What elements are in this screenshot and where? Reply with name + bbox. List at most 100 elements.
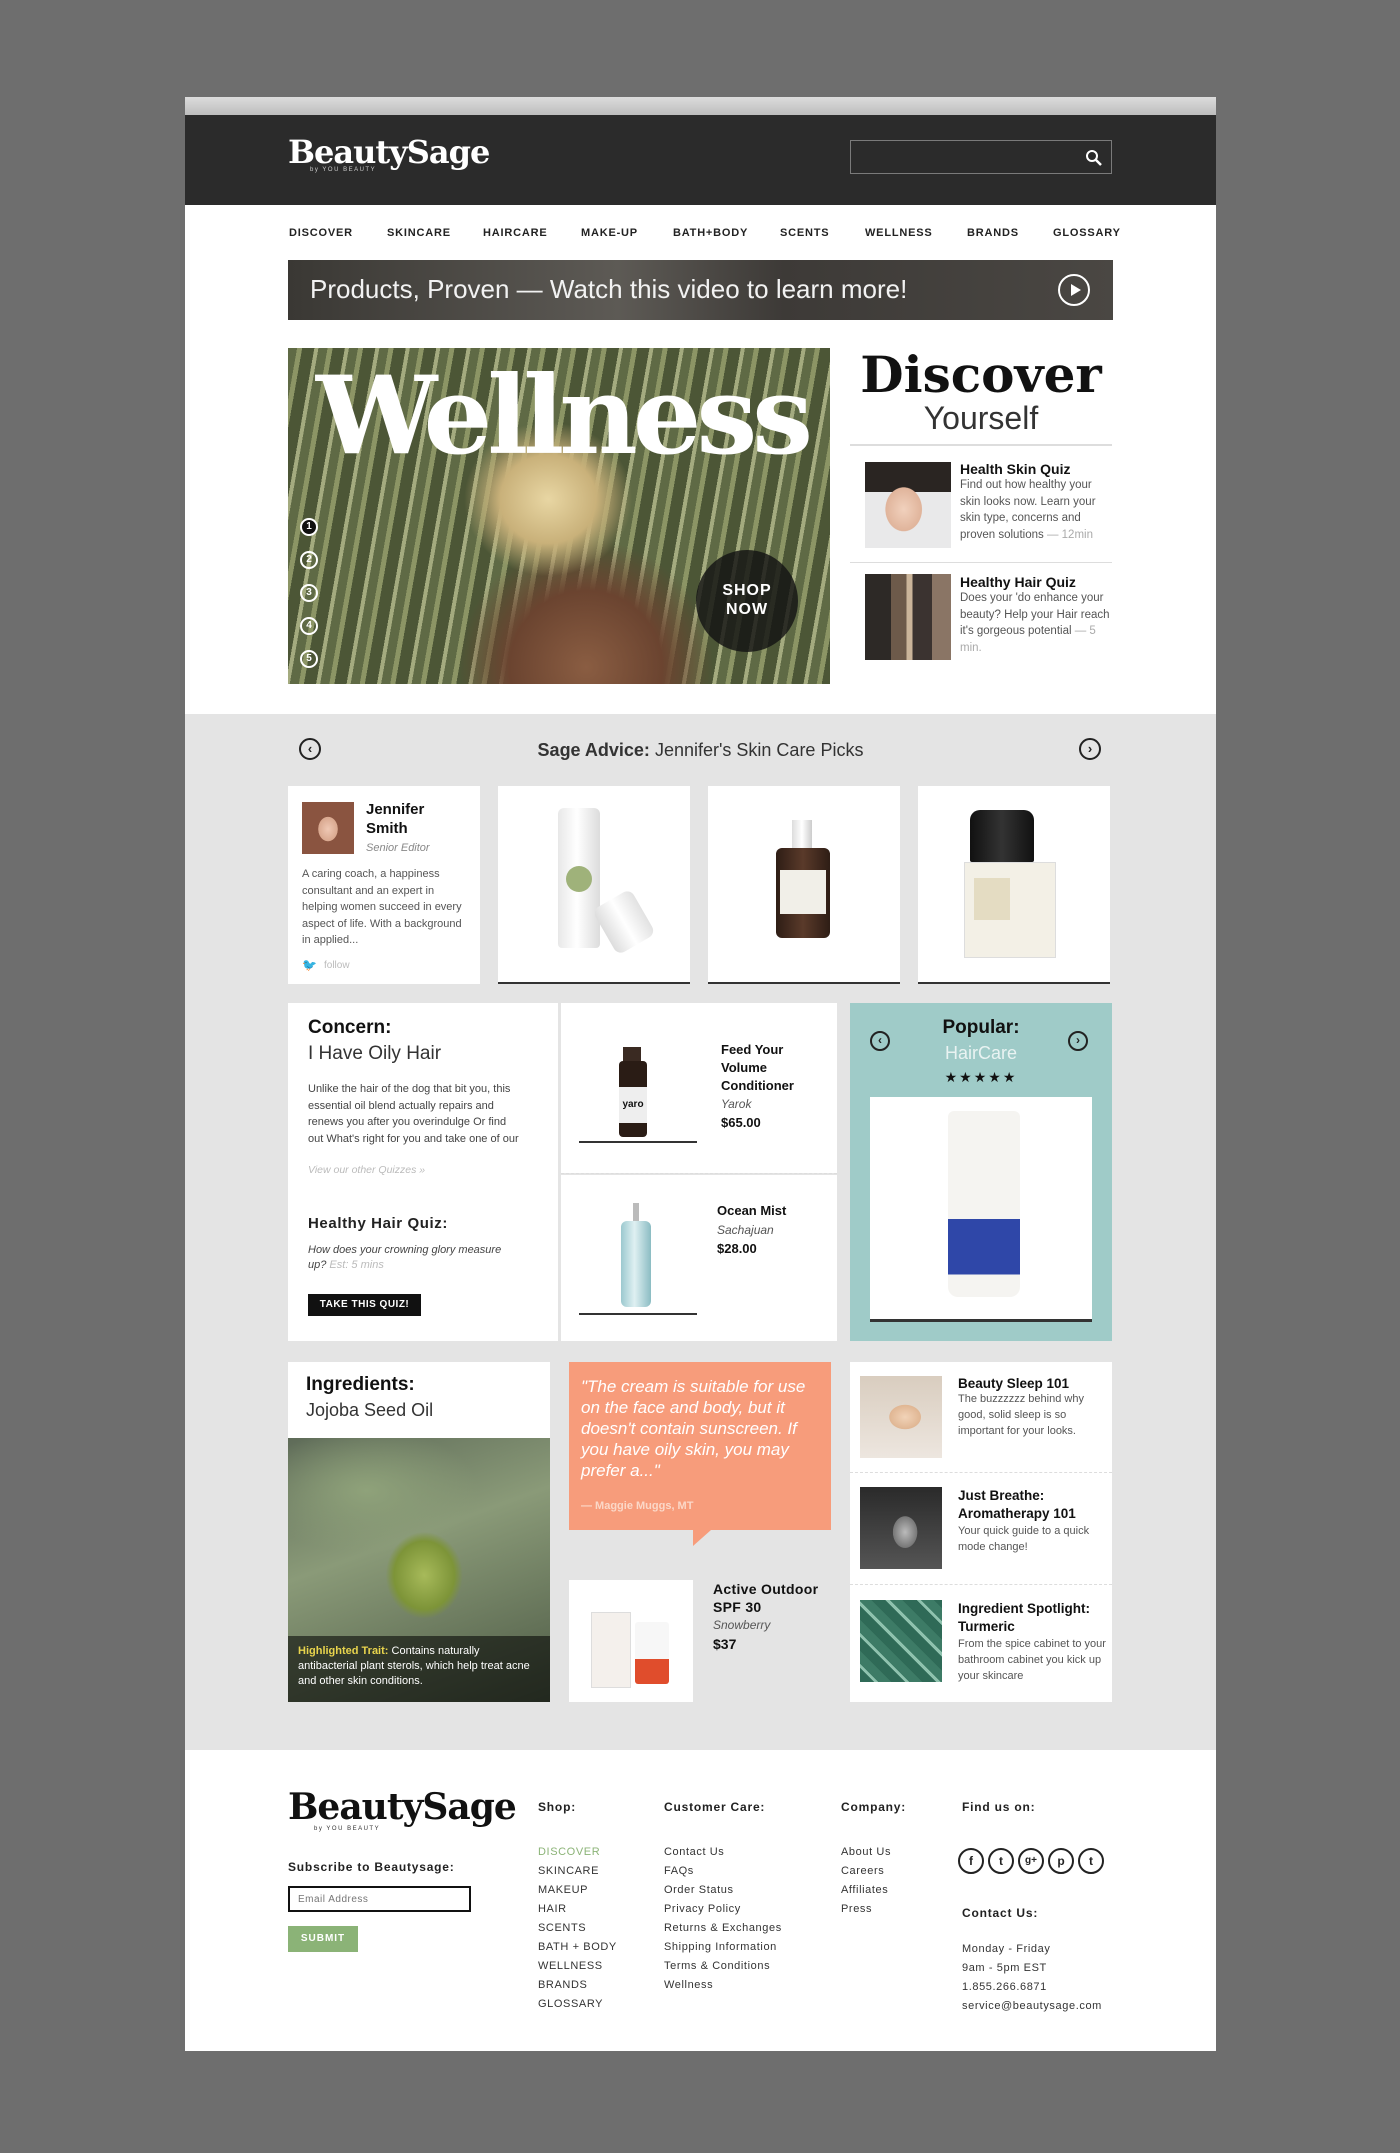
email-field[interactable]	[288, 1886, 471, 1912]
submit-button[interactable]: SUBMIT	[288, 1926, 358, 1952]
product-name: Active Outdoor SPF 30	[713, 1581, 819, 1615]
twitter-icon[interactable]: 🐦	[302, 958, 317, 972]
footer-link[interactable]: HAIR	[538, 1903, 567, 1915]
other-quizzes-link[interactable]: View our other Quizzes »	[308, 1164, 425, 1176]
skin-quiz-item[interactable]: Health Skin Quiz Find out how healthy yo…	[960, 461, 1115, 543]
product-card[interactable]	[708, 786, 900, 984]
product-underline	[498, 982, 690, 984]
product-card[interactable]	[918, 786, 1110, 984]
brand-logo[interactable]: BeautySage by YOU BEAUTY	[288, 133, 490, 173]
article-text: From the spice cabinet to your bathroom …	[958, 1638, 1106, 1682]
product-brand: Yarok	[721, 1097, 752, 1111]
product-underline	[870, 1319, 1092, 1322]
hair-quiz-thumbnail[interactable]	[865, 574, 951, 660]
product-brand: Snowberry	[713, 1618, 771, 1632]
footer-link[interactable]: BATH + BODY	[538, 1941, 617, 1953]
popular-product-card[interactable]	[870, 1097, 1092, 1319]
nav-skincare[interactable]: SKINCARE	[387, 227, 451, 239]
footer-link[interactable]: Affiliates	[841, 1884, 888, 1896]
tumblr-icon[interactable]: t	[1078, 1848, 1104, 1874]
nav-brands[interactable]: BRANDS	[967, 227, 1019, 239]
twitter-icon[interactable]: t	[988, 1848, 1014, 1874]
hero-wellness-slider[interactable]: Wellness 1 2 3 4 5 SHOP NOW	[288, 348, 830, 684]
take-quiz-button[interactable]: TAKE THIS QUIZ!	[308, 1294, 421, 1316]
author-role: Senior Editor	[366, 842, 430, 854]
footer-link[interactable]: Shipping Information	[664, 1941, 777, 1953]
search-icon[interactable]	[1085, 149, 1103, 167]
footer-link[interactable]: SCENTS	[538, 1922, 586, 1934]
article-thumbnail[interactable]	[860, 1376, 942, 1458]
product-brand: Sachajuan	[717, 1223, 774, 1237]
slide-dot-2[interactable]: 2	[300, 551, 318, 569]
facebook-icon[interactable]: f	[958, 1848, 984, 1874]
author-card[interactable]: Jennifer Smith Senior Editor A caring co…	[288, 786, 480, 984]
nav-haircare[interactable]: HAIRCARE	[483, 227, 547, 239]
follow-link[interactable]: follow	[324, 960, 350, 971]
nav-makeup[interactable]: MAKE-UP	[581, 227, 638, 239]
product-tube-image	[948, 1111, 1020, 1297]
footer-link[interactable]: GLOSSARY	[538, 1998, 603, 2010]
shop-heading: Shop:	[538, 1800, 576, 1814]
footer-link[interactable]: MAKEUP	[538, 1884, 588, 1896]
product-name: Feed Your Volume Conditioner	[721, 1042, 794, 1093]
contact-email[interactable]: service@beautysage.com	[962, 2000, 1102, 2012]
product-card[interactable]	[498, 786, 690, 984]
article-thumbnail[interactable]	[860, 1487, 942, 1569]
footer-link[interactable]: About Us	[841, 1846, 891, 1858]
skin-quiz-time: — 12min	[1046, 528, 1093, 541]
footer-link[interactable]: BRANDS	[538, 1979, 587, 1991]
article-thumbnail[interactable]	[860, 1600, 942, 1682]
product-jar-image	[970, 810, 1034, 862]
slide-dot-1[interactable]: 1	[300, 518, 318, 536]
nav-scents[interactable]: SCENTS	[780, 227, 829, 239]
product-listing[interactable]: yaro Feed Your Volume Conditioner Yarok …	[561, 1003, 837, 1173]
footer-link[interactable]: Contact Us	[664, 1846, 724, 1858]
spf-product-card[interactable]	[569, 1580, 693, 1702]
nav-discover[interactable]: DISCOVER	[289, 227, 353, 239]
footer-link[interactable]: SKINCARE	[538, 1865, 599, 1877]
slide-dot-5[interactable]: 5	[300, 650, 318, 668]
footer-link[interactable]: Privacy Policy	[664, 1903, 741, 1915]
footer-link[interactable]: WELLNESS	[538, 1960, 603, 1972]
article-item[interactable]: Ingredient Spotlight: Turmeric From the …	[958, 1600, 1110, 1684]
popular-rating: ★★★★★	[944, 1069, 1018, 1085]
footer-link[interactable]: Terms & Conditions	[664, 1960, 770, 1972]
ingredients-card[interactable]: Ingredients: Jojoba Seed Oil Highlighted…	[288, 1362, 550, 1702]
next-arrow-icon[interactable]: ›	[1079, 738, 1101, 760]
article-item[interactable]: Just Breathe: Aromatherapy 101 Your quic…	[958, 1487, 1110, 1555]
product-listing[interactable]: Ocean Mist Sachajuan $28.00	[561, 1175, 837, 1341]
article-item[interactable]: Beauty Sleep 101 The buzzzzzz behind why…	[958, 1376, 1108, 1439]
articles-list: Beauty Sleep 101 The buzzzzzz behind why…	[850, 1362, 1112, 1702]
video-banner-post: — Watch this video to learn more!	[509, 274, 908, 304]
footer-logo[interactable]: BeautySage by YOU BEAUTY	[288, 1788, 517, 1832]
footer-link[interactable]: Press	[841, 1903, 872, 1915]
google-plus-icon[interactable]: g+	[1018, 1848, 1044, 1874]
nav-glossary[interactable]: GLOSSARY	[1053, 227, 1121, 239]
footer-link[interactable]: Careers	[841, 1865, 884, 1877]
highlighted-trait: Highlighted Trait: Contains naturally an…	[288, 1636, 550, 1702]
article-title: Just Breathe: Aromatherapy 101	[958, 1488, 1076, 1521]
spf-product-info[interactable]: Active Outdoor SPF 30 Snowberry $37	[713, 1580, 835, 1652]
pinterest-icon[interactable]: p	[1048, 1848, 1074, 1874]
slide-dot-3[interactable]: 3	[300, 584, 318, 602]
shop-now-button[interactable]: SHOP NOW	[696, 550, 798, 652]
skin-quiz-thumbnail[interactable]	[865, 462, 951, 548]
play-icon[interactable]	[1058, 274, 1090, 306]
nav-wellness[interactable]: WELLNESS	[865, 227, 933, 239]
contact-heading: Contact Us:	[962, 1906, 1039, 1920]
footer-link[interactable]: FAQs	[664, 1865, 694, 1877]
hair-quiz-item[interactable]: Healthy Hair Quiz Does your 'do enhance …	[960, 574, 1120, 656]
search-input[interactable]	[850, 140, 1112, 174]
video-banner[interactable]: Products, Proven — Watch this video to l…	[288, 260, 1113, 320]
slide-dot-4[interactable]: 4	[300, 617, 318, 635]
brand-name: BeautySage	[288, 133, 490, 171]
content-grey-section: ‹ Sage Advice: Jennifer's Skin Care Pick…	[185, 714, 1216, 1750]
footer-link[interactable]: Returns & Exchanges	[664, 1922, 782, 1934]
subscribe-label: Subscribe to Beautysage:	[288, 1860, 455, 1874]
footer-link[interactable]: Wellness	[664, 1979, 713, 1991]
contact-phone[interactable]: 1.855.266.6871	[962, 1981, 1047, 1993]
footer-link[interactable]: DISCOVER	[538, 1846, 600, 1858]
footer-link[interactable]: Order Status	[664, 1884, 734, 1896]
nav-bath-body[interactable]: BATH+BODY	[673, 227, 748, 239]
product-underline	[918, 982, 1110, 984]
